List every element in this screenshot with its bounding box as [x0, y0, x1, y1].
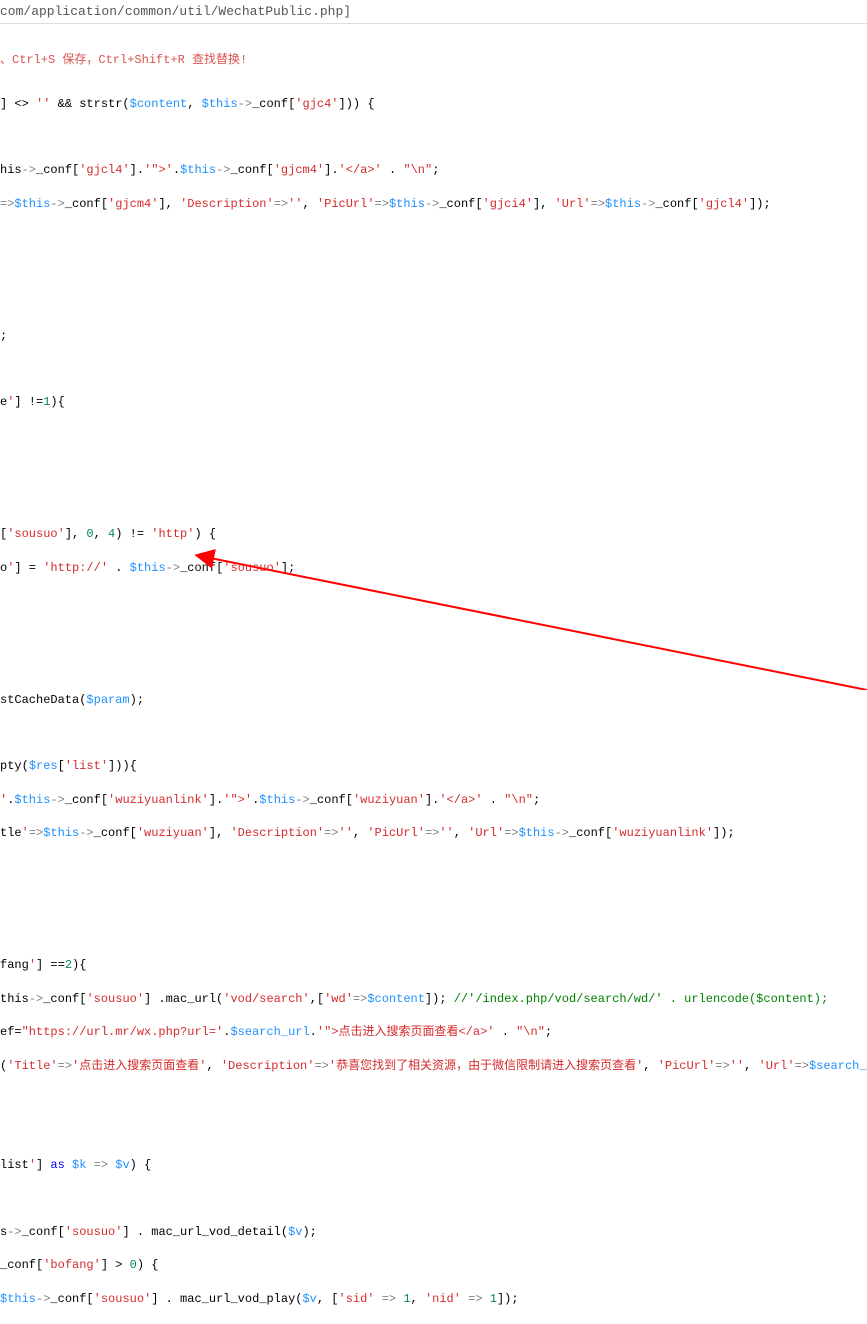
- code-line[interactable]: ef="https://url.mr/wx.php?url='.$search_…: [0, 1024, 867, 1041]
- code-line[interactable]: $this->_conf['sousuo'] . mac_url_vod_pla…: [0, 1291, 867, 1308]
- file-path-text: com/application/common/util/WechatPublic…: [0, 4, 351, 19]
- code-editor[interactable]: ] <> '' && strstr($content, $this->_conf…: [0, 79, 867, 1324]
- code-line[interactable]: ('Title'=>'点击进入搜索页面查看', 'Description'=>'…: [0, 1058, 867, 1075]
- code-line[interactable]: =>$this->_conf['gjcm4'], 'Description'=>…: [0, 196, 867, 213]
- code-line[interactable]: [0, 295, 867, 311]
- code-line[interactable]: [0, 262, 867, 278]
- editor-hint: 、Ctrl+S 保存，Ctrl+Shift+R 查找替换!: [0, 50, 867, 67]
- code-line[interactable]: [0, 461, 867, 477]
- code-line[interactable]: pty($res['list'])){: [0, 758, 867, 775]
- code-line[interactable]: [0, 428, 867, 444]
- file-path-header: com/application/common/util/WechatPublic…: [0, 0, 867, 24]
- code-line[interactable]: o'] = 'http://' . $this->_conf['sousuo']…: [0, 560, 867, 577]
- code-line[interactable]: this->_conf['sousuo'] .mac_url('vod/sear…: [0, 991, 867, 1008]
- code-line[interactable]: [0, 1092, 867, 1108]
- code-line[interactable]: '.$this->_conf['wuziyuanlink'].'">'.$thi…: [0, 792, 867, 809]
- code-line[interactable]: stCacheData($param);: [0, 692, 867, 709]
- code-line[interactable]: [0, 892, 867, 908]
- code-line[interactable]: tle'=>$this->_conf['wuziyuan'], 'Descrip…: [0, 825, 867, 842]
- code-line[interactable]: e'] !=1){: [0, 394, 867, 411]
- code-line[interactable]: ['sousuo'], 0, 4) != 'http') {: [0, 526, 867, 543]
- code-line[interactable]: [0, 129, 867, 145]
- code-line[interactable]: [0, 1191, 867, 1207]
- code-line[interactable]: [0, 859, 867, 875]
- code-line[interactable]: [0, 1124, 867, 1140]
- code-line[interactable]: [0, 924, 867, 940]
- hint-text: 、Ctrl+S 保存，Ctrl+Shift+R 查找替换!: [0, 53, 247, 67]
- code-line[interactable]: [0, 229, 867, 245]
- code-line[interactable]: [0, 361, 867, 377]
- code-line[interactable]: [0, 593, 867, 609]
- code-line[interactable]: [0, 725, 867, 741]
- code-line[interactable]: s->_conf['sousuo'] . mac_url_vod_detail(…: [0, 1224, 867, 1241]
- code-line[interactable]: _conf['bofang'] > 0) {: [0, 1257, 867, 1274]
- code-line[interactable]: [0, 626, 867, 642]
- code-line[interactable]: [0, 493, 867, 509]
- code-line[interactable]: ] <> '' && strstr($content, $this->_conf…: [0, 96, 867, 113]
- code-line[interactable]: his->_conf['gjcl4'].'">'.$this->_conf['g…: [0, 162, 867, 179]
- code-line[interactable]: list'] as $k => $v) {: [0, 1157, 867, 1174]
- code-line[interactable]: fang'] ==2){: [0, 957, 867, 974]
- code-line[interactable]: [0, 659, 867, 675]
- code-line[interactable]: ;: [0, 328, 867, 345]
